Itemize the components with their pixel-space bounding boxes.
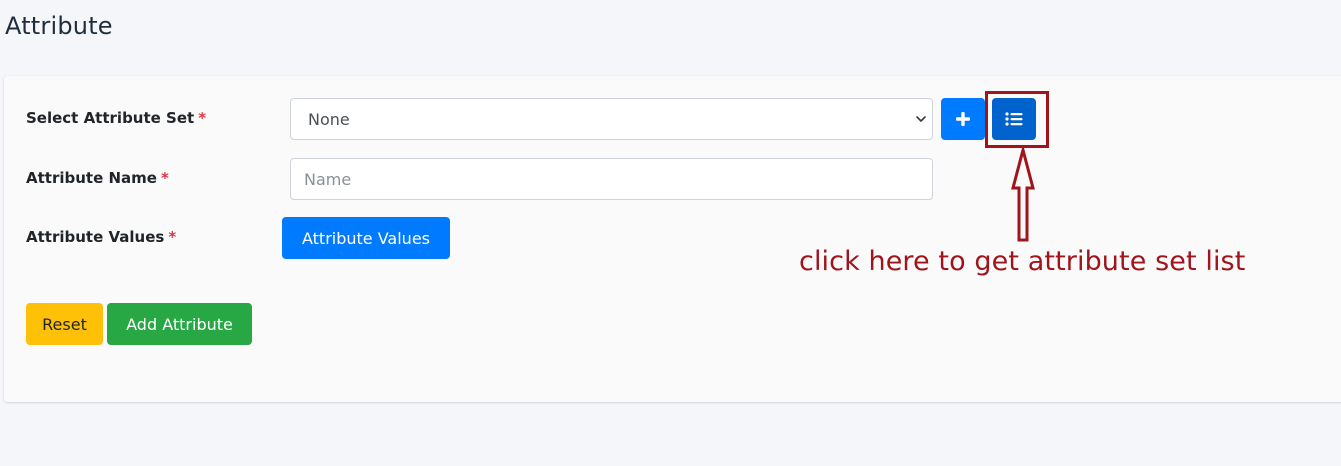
required-mark: * [198, 109, 207, 127]
attribute-values-label-text: Attribute Values [26, 228, 165, 246]
attribute-name-label-text: Attribute Name [26, 169, 157, 187]
attribute-values-button[interactable]: Attribute Values [282, 217, 450, 259]
annotation-arrow-icon [1011, 148, 1035, 242]
annotation-highlight-box [985, 91, 1049, 148]
plus-icon [956, 112, 970, 126]
chevron-down-icon [916, 116, 926, 122]
attribute-name-label: Attribute Name * [26, 168, 169, 188]
attribute-name-input[interactable] [290, 158, 933, 200]
required-mark: * [160, 169, 169, 187]
attribute-set-label: Select Attribute Set * [26, 108, 206, 128]
attribute-form-card: Select Attribute Set * None Attribute Nam… [4, 76, 1341, 402]
page-title: Attribute [5, 12, 113, 40]
annotation-text: click here to get attribute set list [799, 246, 1246, 277]
attribute-set-selected-value: None [308, 109, 350, 129]
reset-button[interactable]: Reset [26, 303, 103, 345]
required-mark: * [168, 228, 177, 246]
attribute-set-select[interactable]: None [290, 98, 933, 140]
add-attribute-button[interactable]: Add Attribute [107, 303, 252, 345]
attribute-values-label: Attribute Values * [26, 227, 176, 247]
attribute-set-label-text: Select Attribute Set [26, 109, 195, 127]
add-attribute-set-button[interactable] [941, 98, 985, 140]
